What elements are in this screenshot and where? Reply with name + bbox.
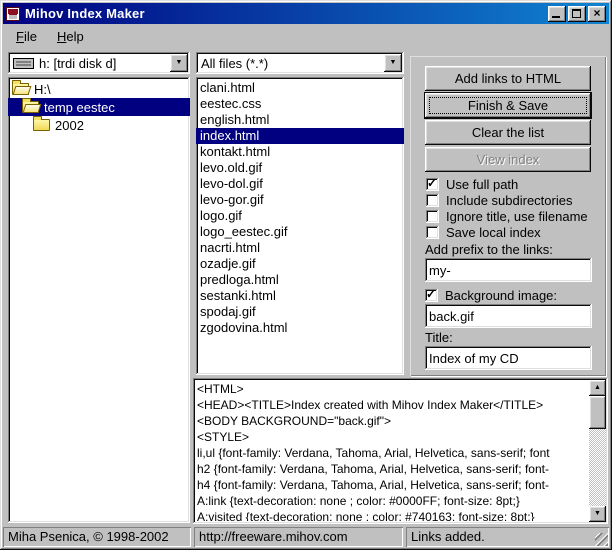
include-subdirectories-checkbox[interactable]	[426, 194, 439, 207]
status-bar: Miha Psenica, © 1998-2002 http://freewar…	[3, 527, 609, 547]
window-title: Mihov Index Maker	[25, 6, 548, 21]
preview-line: <BODY BACKGROUND="back.gif">	[197, 413, 588, 429]
checkbox-label: Save local index	[446, 225, 541, 240]
options-panel: Add links to HTML Finish & Save Clear th…	[410, 56, 606, 376]
folder-closed-icon	[33, 119, 50, 131]
maximize-button[interactable]	[568, 6, 586, 22]
app-window: Mihov Index Maker × File Help h: [trdi d…	[0, 0, 612, 550]
save-local-index-checkbox[interactable]	[426, 226, 439, 239]
preview-line: A:visited {text-decoration: none ; color…	[197, 509, 588, 521]
file-list-item[interactable]: levo.old.gif	[196, 160, 404, 176]
status-message-text: Links added.	[411, 529, 485, 544]
tree-item-label: temp eestec	[44, 100, 115, 115]
minimize-icon	[552, 16, 560, 18]
preview-line: h4 {font-family: Verdana, Tahoma, Arial,…	[197, 477, 588, 493]
ignore-title-row: Ignore title, use filename	[426, 208, 606, 224]
title-label: Title:	[425, 330, 606, 345]
drive-selector-value: h: [trdi disk d]	[39, 56, 116, 71]
html-preview[interactable]: <HTML> <HEAD><TITLE>Index created with M…	[193, 378, 608, 524]
file-list: clani.html eestec.css english.html index…	[196, 77, 404, 375]
ignore-title-checkbox[interactable]	[426, 210, 439, 223]
drive-icon	[13, 58, 34, 69]
title-input[interactable]	[425, 346, 592, 370]
background-image-input[interactable]	[425, 304, 592, 328]
background-image-row: Background image:	[425, 287, 606, 303]
scroll-up-icon[interactable]: ▲	[589, 380, 606, 396]
filetype-filter[interactable]: All files (*.*) ▼	[196, 52, 404, 74]
use-full-path-checkbox[interactable]	[426, 178, 439, 191]
file-list-item[interactable]: nacrti.html	[196, 240, 404, 256]
file-list-item[interactable]: spodaj.gif	[196, 304, 404, 320]
preview-line: A:link {text-decoration: none ; color: #…	[197, 493, 588, 509]
tree-item-temp-eestec[interactable]: temp eestec	[8, 98, 190, 116]
status-copyright: Miha Psenica, © 1998-2002	[3, 527, 191, 547]
window-controls: ×	[548, 6, 606, 22]
file-list-item[interactable]: logo.gif	[196, 208, 404, 224]
title-bar: Mihov Index Maker ×	[3, 3, 609, 24]
clear-list-button[interactable]: Clear the list	[425, 120, 591, 145]
preview-line: <STYLE>	[197, 429, 588, 445]
file-list-item[interactable]: ozadje.gif	[196, 256, 404, 272]
status-message: Links added.	[406, 527, 609, 547]
app-icon	[6, 7, 20, 21]
option-checkboxes: Use full path Include subdirectories Ign…	[426, 176, 606, 240]
close-button[interactable]: ×	[588, 6, 606, 22]
folder-open-icon	[12, 83, 29, 95]
preview-scrollbar[interactable]: ▲ ▼	[589, 380, 606, 522]
status-website: http://freeware.mihov.com	[194, 527, 403, 547]
preview-line: h2 {font-family: Verdana, Tahoma, Arial,…	[197, 461, 588, 477]
checkbox-label: Use full path	[446, 177, 518, 192]
filetype-filter-value: All files (*.*)	[201, 56, 268, 71]
menu-help[interactable]: Help	[52, 28, 89, 45]
tree-item-root[interactable]: H:\	[8, 80, 190, 98]
maximize-icon	[572, 9, 581, 18]
close-icon: ×	[588, 6, 606, 22]
checkbox-label: Ignore title, use filename	[446, 209, 588, 224]
drive-dropdown-arrow-icon[interactable]: ▼	[170, 54, 188, 72]
tree-item-label: 2002	[55, 118, 84, 133]
add-links-button[interactable]: Add links to HTML	[425, 66, 591, 91]
minimize-button[interactable]	[548, 6, 566, 22]
tree-item-label: H:\	[34, 82, 51, 97]
file-list-item[interactable]: clani.html	[196, 80, 404, 96]
folder-open-icon	[22, 101, 39, 113]
file-list-item[interactable]: english.html	[196, 112, 404, 128]
checkbox-label: Background image:	[445, 288, 557, 303]
preview-line: <HEAD><TITLE>Index created with Mihov In…	[197, 397, 588, 413]
file-list-item[interactable]: index.html	[196, 128, 404, 144]
file-list-item[interactable]: kontakt.html	[196, 144, 404, 160]
preview-line: <HTML>	[197, 381, 588, 397]
use-full-path-row: Use full path	[426, 176, 606, 192]
folder-tree: H:\ temp eestec 2002	[8, 77, 190, 523]
save-local-index-row: Save local index	[426, 224, 606, 240]
preview-line: li,ul {font-family: Verdana, Tahoma, Ari…	[197, 445, 588, 461]
file-list-item[interactable]: eestec.css	[196, 96, 404, 112]
filter-dropdown-arrow-icon[interactable]: ▼	[384, 54, 402, 72]
file-list-item[interactable]: zgodovina.html	[196, 320, 404, 336]
tree-item-2002[interactable]: 2002	[8, 116, 190, 134]
resize-grip[interactable]	[595, 533, 608, 546]
scrollbar-thumb[interactable]	[589, 396, 606, 429]
scroll-down-icon[interactable]: ▼	[589, 506, 606, 522]
html-preview-text: <HTML> <HEAD><TITLE>Index created with M…	[197, 381, 588, 521]
menu-bar: File Help	[3, 26, 609, 47]
menu-file[interactable]: File	[11, 28, 42, 45]
file-list-item[interactable]: predloga.html	[196, 272, 404, 288]
checkbox-label: Include subdirectories	[446, 193, 572, 208]
file-list-item[interactable]: levo-gor.gif	[196, 192, 404, 208]
file-list-item[interactable]: levo-dol.gif	[196, 176, 404, 192]
drive-selector[interactable]: h: [trdi disk d] ▼	[8, 52, 190, 74]
file-list-item[interactable]: logo_eestec.gif	[196, 224, 404, 240]
finish-save-button[interactable]: Finish & Save	[425, 93, 591, 118]
prefix-input[interactable]	[425, 258, 592, 282]
prefix-label: Add prefix to the links:	[425, 242, 606, 257]
include-subdirectories-row: Include subdirectories	[426, 192, 606, 208]
background-image-checkbox[interactable]	[425, 289, 438, 302]
file-list-item[interactable]: sestanki.html	[196, 288, 404, 304]
view-index-button[interactable]: View index	[425, 147, 591, 172]
